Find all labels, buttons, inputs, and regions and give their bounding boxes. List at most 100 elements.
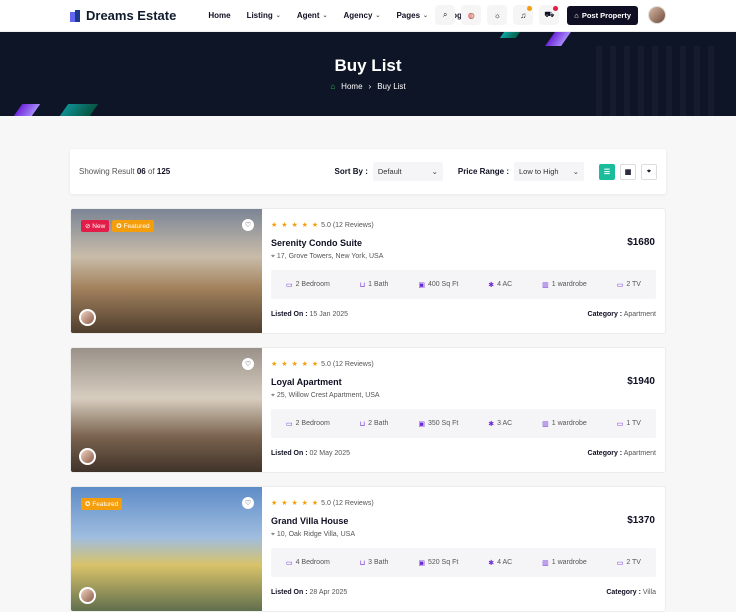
feature-text: 2 TV (626, 281, 641, 288)
listing-details: ★ ★ ★ ★ ★ 5.0 (12 Reviews) Loyal Apartmen… (262, 348, 665, 472)
nav-item-agency[interactable]: Agency ⌄ (344, 11, 381, 20)
tv-icon: ▭ (616, 281, 624, 289)
listing-card[interactable]: ⊘ New ✪ Featured ♡ ★ ★ ★ ★ ★ 5.0 (12 Revi… (70, 208, 666, 334)
feature-list: ▭ 2 Bedroom ⊔ 1 Bath ▣ 400 Sq Ft ✱ 4 AC ▥ 1 w… (271, 270, 656, 299)
chevron-down-icon: ⌄ (375, 13, 381, 19)
map-pin-icon: ⌖ (271, 392, 275, 399)
filter-controls: Sort By : Default ⌄ Price Range : Low to … (335, 162, 657, 181)
nav-item-home[interactable]: Home (208, 11, 230, 20)
wardrobe-icon: ▥ (542, 281, 549, 289)
feature-text: 4 AC (497, 559, 513, 566)
page-banner: Buy List ⌂ Home › Buy List (0, 32, 736, 116)
top-navbar: Dreams Estate Home Listing ⌄ Agent ⌄ Agenc… (0, 0, 736, 32)
chevron-down-icon: ⌄ (275, 13, 281, 19)
listing-card[interactable]: ✪ Featured ♡ ★ ★ ★ ★ ★ 5.0 (12 Reviews) G… (70, 486, 666, 612)
price-range-select[interactable]: Low to High ⌄ (514, 162, 584, 181)
feature-text: 2 Bedroom (295, 420, 330, 427)
feature-area: ▣ 400 Sq Ft (418, 281, 458, 289)
globe-icon[interactable]: ◍ (461, 5, 482, 25)
heart-icon[interactable]: ♡ (242, 497, 254, 509)
main-nav: Home Listing⌄ Agent⌄ Agency⌄ Pages⌄ Blog… (208, 11, 470, 20)
decor-shape (59, 104, 99, 116)
breadcrumb-home[interactable]: Home (341, 82, 362, 91)
sun-icon[interactable]: ☼ (487, 5, 508, 25)
cart-icon[interactable]: ⛟ (539, 5, 560, 25)
featured-tag: ✪ Featured (112, 220, 154, 232)
chevron-down-icon: ⌄ (322, 13, 328, 19)
agent-avatar[interactable] (79, 587, 96, 604)
property-image[interactable]: ✪ Featured ♡ (71, 487, 262, 611)
listing-details: ★ ★ ★ ★ ★ 5.0 (12 Reviews) Serenity Condo… (262, 209, 665, 333)
site-logo[interactable]: Dreams Estate (70, 8, 176, 23)
feature-text: 1 Bath (368, 281, 389, 288)
bed-icon: ▭ (285, 559, 293, 567)
decor-shape (13, 104, 41, 116)
listed-label: Listed On : (271, 589, 308, 596)
category-value: Apartment (623, 311, 656, 318)
star-icons: ★ ★ ★ ★ ★ (271, 222, 320, 229)
price-range-value: Low to High (519, 167, 559, 176)
list-view-icon[interactable]: ☰ (599, 163, 615, 180)
listing-title[interactable]: Grand Villa House (271, 516, 656, 526)
filter-bar: Showing Result 06 of 125 Sort By : Defau… (70, 149, 666, 194)
result-shown: 06 (136, 167, 146, 176)
tag-label: New (92, 223, 106, 230)
feature-wardrobe: ▥ 1 wardrobe (542, 420, 587, 428)
bath-icon: ⊔ (359, 281, 366, 289)
feature-bath: ⊔ 2 Bath (360, 420, 389, 428)
feature-bath: ⊔ 3 Bath (360, 559, 389, 567)
listing-price: $1370 (627, 515, 655, 526)
nav-item-listing[interactable]: Listing ⌄ (247, 11, 281, 20)
listed-date: 15 Jan 2025 (309, 311, 349, 318)
area-icon: ▣ (418, 281, 425, 289)
feature-text: 350 Sq Ft (427, 420, 459, 427)
listed-on: Listed On : 02 May 2025 (271, 450, 350, 457)
chevron-down-icon: ⌄ (431, 167, 438, 176)
heart-icon[interactable]: ♡ (242, 358, 254, 370)
map-pin-icon: ⌖ (271, 253, 275, 260)
category-label: Category : (587, 450, 623, 457)
feature-text: 1 TV (626, 420, 641, 427)
tag-group: ⊘ New ✪ Featured (81, 220, 154, 232)
listing-card[interactable]: ♡ ★ ★ ★ ★ ★ 5.0 (12 Reviews) Loyal Apartm… (70, 347, 666, 473)
notification-badge (527, 6, 533, 11)
agent-avatar[interactable] (79, 309, 96, 326)
feature-bedroom: ▭ 2 Bedroom (286, 420, 330, 428)
listed-label: Listed On : (271, 311, 308, 318)
sort-select[interactable]: Default ⌄ (372, 162, 443, 181)
post-property-label: Post Property (581, 10, 631, 20)
listing-title[interactable]: Loyal Apartment (271, 377, 656, 387)
listing-title[interactable]: Serenity Condo Suite (271, 238, 656, 248)
sort-label: Sort By : (334, 167, 368, 176)
nav-item-pages[interactable]: Pages ⌄ (396, 11, 428, 20)
post-property-button[interactable]: ⌂ Post Property (567, 5, 638, 25)
grid-view-icon[interactable]: ▦ (620, 163, 636, 180)
chevron-down-icon: ⌄ (572, 167, 579, 176)
feature-text: 2 TV (626, 559, 641, 566)
listing-meta: Listed On : 28 Apr 2025 Category : Villa (271, 589, 656, 596)
feature-wardrobe: ▥ 1 wardrobe (542, 281, 587, 289)
property-image[interactable]: ♡ (71, 348, 262, 472)
user-avatar[interactable] (648, 6, 666, 24)
result-total: 125 (156, 167, 171, 176)
result-of: of (147, 167, 155, 176)
map-pin-icon: ⌖ (271, 531, 275, 538)
feature-area: ▣ 350 Sq Ft (418, 420, 458, 428)
category: Category : Apartment (588, 450, 656, 457)
category-label: Category : (606, 589, 641, 596)
feature-list: ▭ 4 Bedroom ⊔ 3 Bath ▣ 520 Sq Ft ✱ 4 AC ▥ 1 w… (271, 548, 656, 577)
agent-avatar[interactable] (79, 448, 96, 465)
map-view-icon[interactable]: ⌖ (641, 163, 657, 180)
star-icons: ★ ★ ★ ★ ★ (271, 500, 320, 507)
nav-item-agent[interactable]: Agent ⌄ (297, 11, 328, 20)
search-icon[interactable]: ⌕ (435, 5, 456, 25)
category: Category : Villa (606, 589, 656, 596)
heart-icon[interactable]: ♡ (242, 219, 254, 231)
feature-text: 1 wardrobe (551, 281, 587, 288)
listed-date: 02 May 2025 (309, 450, 350, 457)
property-image[interactable]: ⊘ New ✪ Featured ♡ (71, 209, 262, 333)
feature-tv: ▭ 2 TV (617, 281, 641, 289)
bell-icon[interactable]: ♫ (513, 5, 534, 25)
rating-text: 5.0 (12 Reviews) (321, 360, 374, 368)
featured-tag: ✪ Featured (81, 498, 123, 510)
